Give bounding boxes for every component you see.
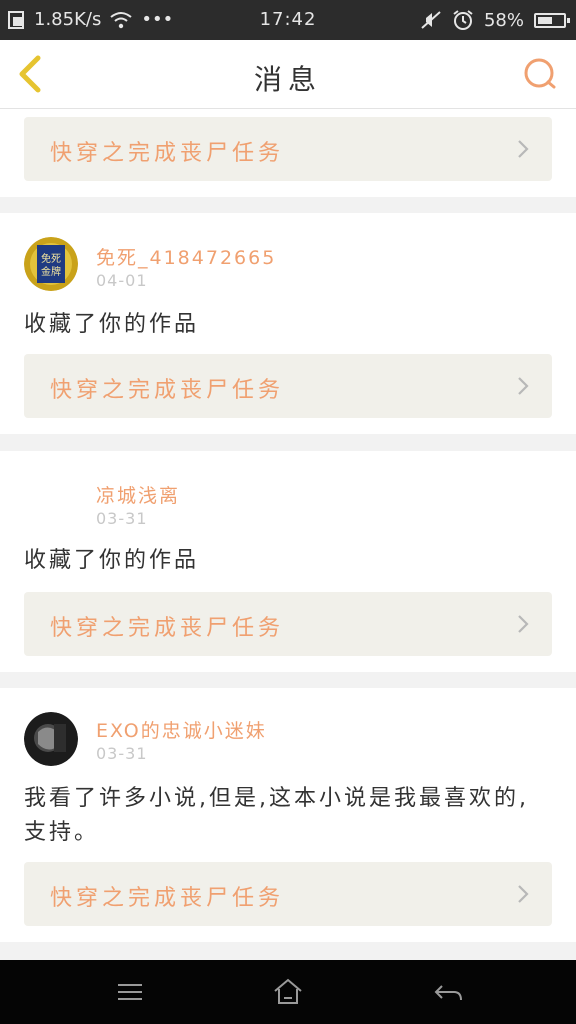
message-card: EXO的忠诚小迷妹 03-31 我看了许多小说,但是,这本小说是我最喜欢的,支持… <box>0 688 576 942</box>
work-link[interactable]: 快穿之完成丧尸任务 <box>24 862 552 926</box>
chevron-right-icon <box>518 377 529 395</box>
work-title: 快穿之完成丧尸任务 <box>50 141 285 166</box>
header-bar: 消息 <box>0 40 576 109</box>
avatar[interactable] <box>24 475 78 529</box>
work-title: 快穿之完成丧尸任务 <box>50 886 285 911</box>
avatar[interactable]: 免死 金牌 <box>24 237 78 291</box>
message-list[interactable]: 快穿之完成丧尸任务 免死 金牌 免死_418472665 04-01 收藏了你的… <box>0 109 576 960</box>
silent-mode-icon <box>421 11 441 29</box>
home-icon <box>274 978 302 1004</box>
message-date: 04-01 <box>96 271 148 290</box>
chevron-right-icon <box>518 615 529 633</box>
message-card: 快穿之完成丧尸任务 <box>0 109 576 197</box>
work-link[interactable]: 快穿之完成丧尸任务 <box>24 354 552 418</box>
chevron-right-icon <box>518 140 529 158</box>
work-title: 快穿之完成丧尸任务 <box>50 378 285 403</box>
page-title: 消息 <box>253 63 322 96</box>
message-card: 凉城浅离 03-31 收藏了你的作品 快穿之完成丧尸任务 <box>0 451 576 672</box>
back-icon <box>434 985 462 1001</box>
message-text: 我看了许多小说,但是,这本小说是我最喜欢的,支持。 <box>24 786 529 845</box>
menu-button[interactable] <box>112 976 148 1008</box>
search-button[interactable] <box>520 54 560 94</box>
username[interactable]: 凉城浅离 <box>96 481 180 508</box>
message-date: 03-31 <box>96 509 148 528</box>
alarm-icon <box>453 10 473 30</box>
battery-percent: 58% <box>483 9 524 31</box>
search-icon <box>524 58 556 89</box>
work-title: 快穿之完成丧尸任务 <box>50 616 285 641</box>
battery-level <box>538 16 552 24</box>
avatar[interactable] <box>24 712 78 766</box>
system-nav-bar <box>0 960 576 1024</box>
chevron-right-icon <box>518 885 529 903</box>
message-text: 收藏了你的作品 <box>24 312 200 337</box>
svg-text:金牌: 金牌 <box>41 265 61 278</box>
username[interactable]: 免死_418472665 <box>96 243 276 270</box>
work-link[interactable]: 快穿之完成丧尸任务 <box>24 592 552 656</box>
status-right: 58% <box>420 9 570 31</box>
home-button[interactable] <box>270 976 306 1008</box>
message-card: 免死 金牌 免死_418472665 04-01 收藏了你的作品 快穿之完成丧尸… <box>0 213 576 434</box>
status-bar: 1.85K/s ••• 17:42 58% <box>0 0 576 40</box>
message-date: 03-31 <box>96 744 148 763</box>
battery-icon <box>534 12 570 28</box>
back-nav-button[interactable] <box>430 976 466 1008</box>
username[interactable]: EXO的忠诚小迷妹 <box>96 716 267 743</box>
avatar-image: 免死 金牌 <box>24 237 78 291</box>
svg-text:免死: 免死 <box>41 252 61 265</box>
avatar-image <box>24 712 78 766</box>
message-text: 收藏了你的作品 <box>24 548 200 573</box>
work-link[interactable]: 快穿之完成丧尸任务 <box>24 117 552 181</box>
menu-icon <box>118 984 142 1000</box>
